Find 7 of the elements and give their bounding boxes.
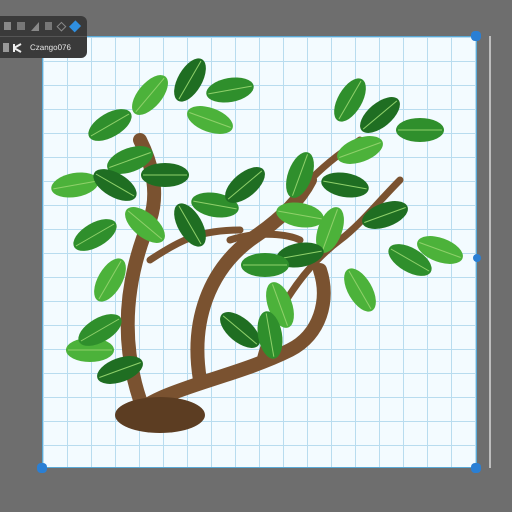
layer-name: Czango076	[30, 42, 71, 54]
resize-handle-icon[interactable]	[471, 463, 481, 473]
resize-handle-icon[interactable]	[473, 254, 481, 262]
resize-handle-icon[interactable]	[37, 463, 47, 473]
resize-handle-icon[interactable]	[471, 31, 481, 41]
square-icon[interactable]	[4, 22, 12, 30]
square-icon[interactable]	[44, 22, 52, 30]
